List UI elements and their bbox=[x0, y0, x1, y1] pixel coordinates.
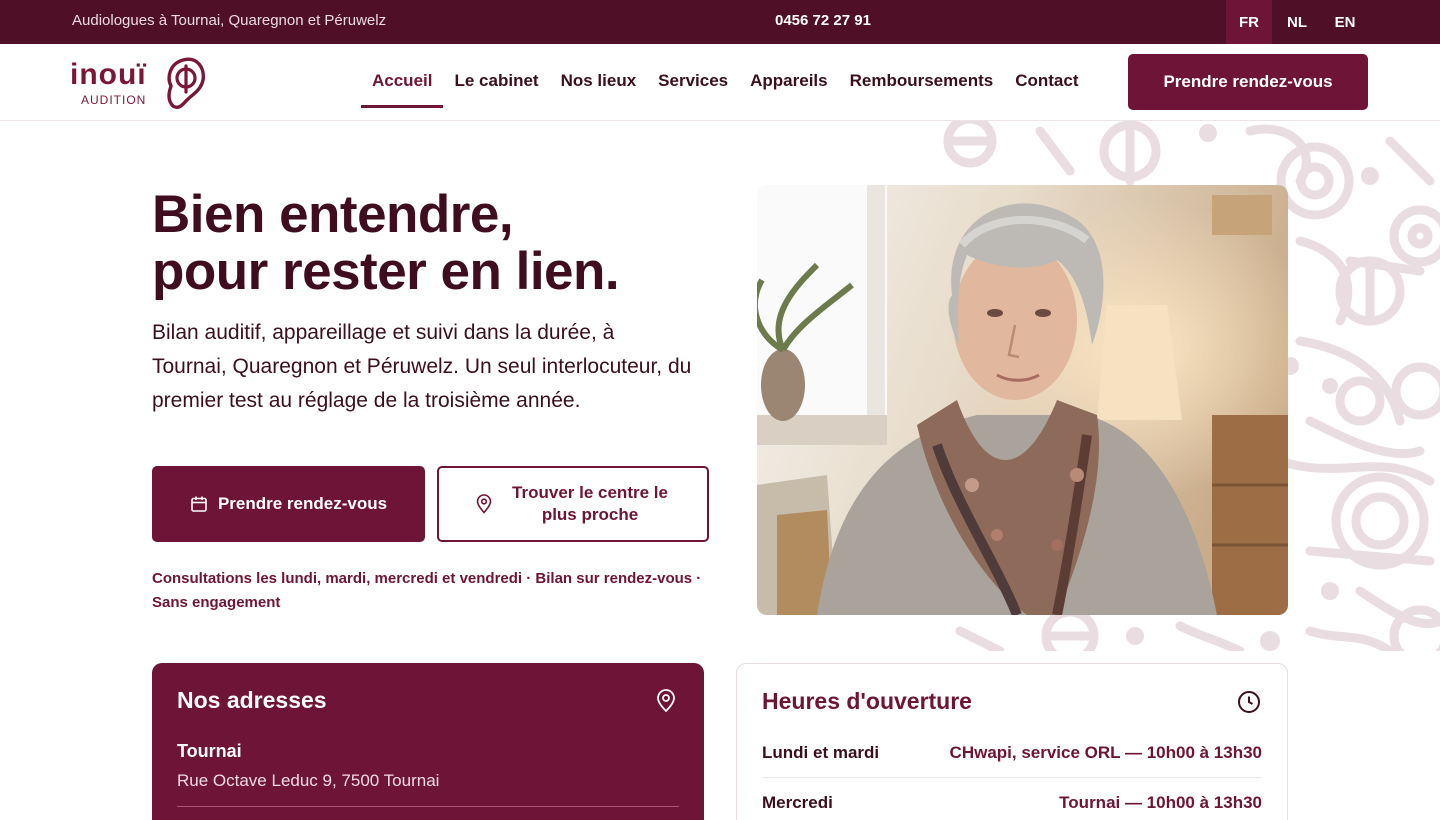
find-center-label: Trouver le centre le plus proche bbox=[512, 483, 668, 524]
main-nav: Accueil Le cabinet Nos lieux Services Ap… bbox=[361, 44, 1090, 121]
consultation-note: Consultations les lundi, mardi, mercredi… bbox=[152, 570, 702, 611]
hours-row: Mercredi Tournai — 10h00 à 13h30 bbox=[762, 778, 1262, 820]
language-switcher: FR NL EN bbox=[1224, 0, 1368, 44]
logo-subtitle: AUDITION bbox=[81, 93, 147, 107]
hero-title-line2: pour rester en lien. bbox=[152, 242, 620, 301]
hours-day: Lundi et mardi bbox=[762, 742, 880, 762]
hours-time: Tournai — 10h00 à 13h30 bbox=[1059, 793, 1262, 812]
nav-contact[interactable]: Contact bbox=[1004, 44, 1089, 121]
hero-description: Bilan auditif, appareillage et suivi dan… bbox=[152, 321, 692, 412]
phone-number-link[interactable]: 0456 72 27 91 bbox=[775, 12, 871, 29]
hours-day: Mercredi bbox=[762, 793, 833, 812]
address-city: Tournai bbox=[177, 741, 242, 761]
nav-services[interactable]: Services bbox=[647, 44, 739, 121]
hours-time: CHwapi, service ORL — 10h00 à 13h30 bbox=[949, 742, 1262, 762]
hero-appointment-button[interactable]: Prendre rendez-vous bbox=[152, 466, 425, 542]
addresses-card: Nos adresses Tournai Rue Octave Leduc 9,… bbox=[152, 663, 704, 820]
logo[interactable]: inouï AUDITION bbox=[70, 54, 210, 112]
map-pin-icon bbox=[476, 494, 492, 514]
lang-nl[interactable]: NL bbox=[1274, 0, 1320, 44]
hours-title: Heures d'ouverture bbox=[762, 688, 972, 714]
nav-appareils[interactable]: Appareils bbox=[739, 44, 838, 121]
ear-logo-icon bbox=[167, 57, 205, 109]
hero-photo-senior-woman bbox=[757, 185, 1288, 615]
opening-hours-card: Heures d'ouverture Lundi et mardi CHwapi… bbox=[736, 663, 1288, 820]
nav-nos-lieux[interactable]: Nos lieux bbox=[550, 44, 648, 121]
hero-title: Bien entendre, pour rester en lien. bbox=[152, 186, 752, 300]
clock-icon bbox=[1238, 691, 1260, 713]
hours-row: Lundi et mardi CHwapi, service ORL — 10h… bbox=[762, 728, 1262, 778]
nav-accueil[interactable]: Accueil bbox=[361, 44, 444, 121]
header-appointment-button[interactable]: Prendre rendez-vous bbox=[1128, 54, 1368, 110]
top-bar: Audiologues à Tournai, Quaregnon et Péru… bbox=[0, 0, 1440, 44]
hero-title-line1: Bien entendre, bbox=[152, 185, 514, 244]
nav-remboursements[interactable]: Remboursements bbox=[839, 44, 1005, 121]
address-street: Rue Octave Leduc 9, 7500 Tournai bbox=[177, 771, 440, 790]
address-divider bbox=[177, 806, 679, 807]
lang-fr[interactable]: FR bbox=[1226, 0, 1272, 44]
addresses-title: Nos adresses bbox=[177, 687, 327, 713]
find-center-button[interactable]: Trouver le centre le plus proche bbox=[437, 466, 709, 542]
hero-appointment-label: Prendre rendez-vous bbox=[217, 494, 388, 513]
main-header: inouï AUDITION Accueil Le cabinet Nos li… bbox=[0, 44, 1440, 121]
tagline: Audiologues à Tournai, Quaregnon et Péru… bbox=[72, 12, 387, 29]
nav-le-cabinet[interactable]: Le cabinet bbox=[443, 44, 549, 121]
logo-wordmark: inouï bbox=[70, 58, 147, 91]
map-pin-icon bbox=[657, 689, 675, 713]
calendar-icon bbox=[191, 496, 207, 512]
lang-en[interactable]: EN bbox=[1322, 0, 1368, 44]
